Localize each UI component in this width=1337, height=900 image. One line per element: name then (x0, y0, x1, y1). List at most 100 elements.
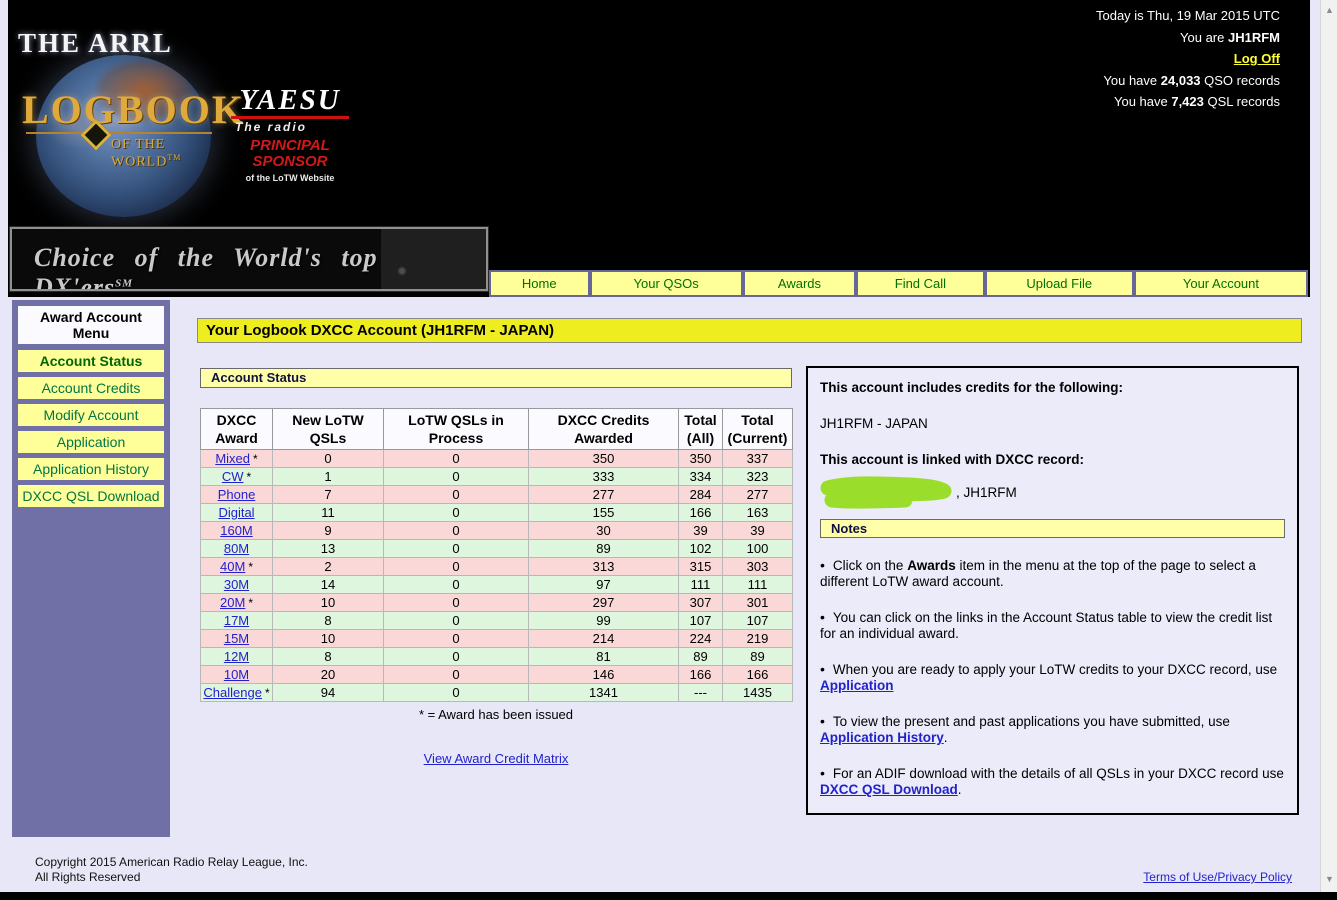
column-header: DXCC Award (201, 409, 273, 450)
value-cell: 8 (273, 612, 384, 630)
table-row: 17M8099107107 (201, 612, 793, 630)
tab-your-account[interactable]: Your Account (1136, 272, 1306, 295)
tagline-banner: Choice of the World's top DX'ersSM (10, 227, 488, 291)
bullet-icon: • (820, 609, 825, 625)
sidebar-item-account-credits[interactable]: Account Credits (18, 377, 164, 399)
award-cell: 40M* (201, 558, 273, 576)
tab-find-call[interactable]: Find Call (858, 272, 982, 295)
award-link-30m[interactable]: 30M (224, 577, 249, 592)
qso-prefix: You have (1103, 73, 1160, 88)
value-cell: 81 (529, 648, 679, 666)
value-cell: 10 (273, 594, 384, 612)
value-cell: 99 (529, 612, 679, 630)
value-cell: 0 (384, 612, 529, 630)
value-cell: 166 (723, 666, 793, 684)
value-cell: 0 (384, 540, 529, 558)
award-link-digital[interactable]: Digital (218, 505, 254, 520)
award-cell: 160M (201, 522, 273, 540)
value-cell: 20 (273, 666, 384, 684)
scroll-up-icon[interactable]: ▲ (1321, 2, 1337, 19)
value-cell: 1435 (723, 684, 793, 702)
yaesu-the-radio: The radio (229, 120, 351, 134)
bullet-icon: • (820, 557, 825, 573)
terms-privacy-link[interactable]: Terms of Use/Privacy Policy (1143, 870, 1292, 884)
note-link-dxcc-qsl-download[interactable]: DXCC QSL Download (820, 782, 958, 797)
user-callsign: JH1RFM (1228, 30, 1280, 45)
table-row: 15M100214224219 (201, 630, 793, 648)
award-cell: CW* (201, 468, 273, 486)
value-cell: 107 (723, 612, 793, 630)
value-cell: 89 (529, 540, 679, 558)
value-cell: 224 (679, 630, 723, 648)
page-title: Your Logbook DXCC Account (JH1RFM - JAPA… (197, 318, 1302, 343)
award-link-20m[interactable]: 20M (220, 595, 245, 610)
linked-record-heading: This account is linked with DXCC record: (820, 452, 1285, 467)
date-line: Today is Thu, 19 Mar 2015 UTC (1096, 5, 1280, 27)
value-cell: 214 (529, 630, 679, 648)
scroll-down-icon[interactable]: ▼ (1321, 871, 1337, 888)
sidebar-item-application[interactable]: Application (18, 431, 164, 453)
tab-your-qsos[interactable]: Your QSOs (592, 272, 741, 295)
account-info-panel: This account includes credits for the fo… (806, 366, 1299, 815)
award-link-40m[interactable]: 40M (220, 559, 245, 574)
value-cell: 166 (679, 504, 723, 522)
award-link-15m[interactable]: 15M (224, 631, 249, 646)
globe-image (36, 55, 211, 217)
copyright-line2: All Rights Reserved (35, 870, 308, 885)
yaesu-sponsor-block: YAESU The radio PRINCIPAL SPONSOR of the… (229, 86, 351, 183)
account-status-header: Account Status (200, 368, 792, 388)
table-row: Digital110155166163 (201, 504, 793, 522)
trademark-symbol: TM (167, 153, 181, 162)
account-status-section: Account Status DXCC AwardNew LoTW QSLsLo… (200, 368, 792, 768)
table-header-row: DXCC AwardNew LoTW QSLsLoTW QSLs in Proc… (201, 409, 793, 450)
logo-the-arrl: THE ARRL (18, 28, 173, 59)
award-link-phone[interactable]: Phone (218, 487, 256, 502)
award-cell: 80M (201, 540, 273, 558)
note-item: •You can click on the links in the Accou… (820, 609, 1285, 642)
award-link-10m[interactable]: 10M (224, 667, 249, 682)
award-issued-star: * (265, 686, 270, 700)
log-off-link[interactable]: Log Off (1234, 51, 1280, 66)
note-text: Awards (907, 558, 956, 573)
tab-upload-file[interactable]: Upload File (987, 272, 1132, 295)
value-cell: 219 (723, 630, 793, 648)
award-link-17m[interactable]: 17M (224, 613, 249, 628)
award-cell: 30M (201, 576, 273, 594)
award-link-160m[interactable]: 160M (220, 523, 253, 538)
tab-home[interactable]: Home (491, 272, 588, 295)
sidebar-title: Award Account Menu (18, 306, 164, 344)
note-link-application[interactable]: Application (820, 678, 894, 693)
value-cell: 284 (679, 486, 723, 504)
value-cell: 0 (384, 450, 529, 468)
qso-count: 24,033 (1161, 73, 1201, 88)
view-award-credit-matrix-link[interactable]: View Award Credit Matrix (424, 751, 569, 766)
tab-awards[interactable]: Awards (745, 272, 854, 295)
value-cell: 14 (273, 576, 384, 594)
award-link-cw[interactable]: CW (222, 469, 244, 484)
value-cell: 297 (529, 594, 679, 612)
value-cell: 39 (679, 522, 723, 540)
value-cell: 337 (723, 450, 793, 468)
award-link-12m[interactable]: 12M (224, 649, 249, 664)
sidebar-item-dxcc-qsl-download[interactable]: DXCC QSL Download (18, 485, 164, 507)
yaesu-logo: YAESU (229, 86, 351, 115)
note-link-application-history[interactable]: Application History (820, 730, 944, 745)
column-header: DXCC Credits Awarded (529, 409, 679, 450)
sidebar-item-application-history[interactable]: Application History (18, 458, 164, 480)
award-link-80m[interactable]: 80M (224, 541, 249, 556)
award-link-mixed[interactable]: Mixed (215, 451, 250, 466)
sidebar-item-modify-account[interactable]: Modify Account (18, 404, 164, 426)
sidebar-item-account-status[interactable]: Account Status (18, 350, 164, 372)
award-link-challenge[interactable]: Challenge (203, 685, 262, 700)
value-cell: 13 (273, 540, 384, 558)
linked-record-line: , JH1RFM (820, 475, 1285, 509)
table-row: 20M*100297307301 (201, 594, 793, 612)
logo-of-the-world: OF THE WORLDTM (111, 137, 228, 171)
notes-list: •Click on the Awards item in the menu at… (820, 557, 1285, 798)
footer-copyright: Copyright 2015 American Radio Relay Leag… (35, 855, 308, 885)
vertical-scrollbar[interactable]: ▲ ▼ (1320, 0, 1337, 892)
logoff-line: Log Off (1096, 48, 1280, 70)
sidebar-items: Account Status Account Credits Modify Acco… (18, 350, 164, 507)
value-cell: 11 (273, 504, 384, 522)
value-cell: 323 (723, 468, 793, 486)
